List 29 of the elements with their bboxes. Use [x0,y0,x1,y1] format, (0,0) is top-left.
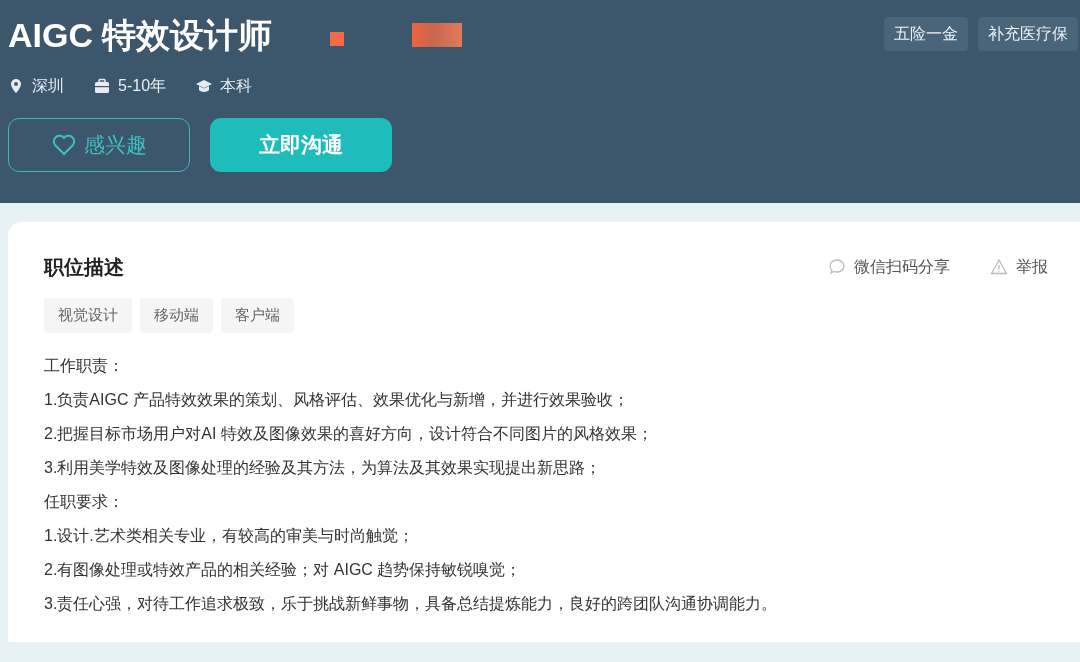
description-line: 1.负责AIGC 产品特效效果的策划、风格评估、效果优化与新增，并进行效果验收； [44,389,630,410]
share-link[interactable]: 微信扫码分享 [828,255,950,279]
benefit-tag: 补充医疗保 [978,17,1078,51]
benefit-tag: 五险一金 [884,17,968,51]
graduation-cap-icon [196,78,213,94]
skill-tag: 移动端 [140,298,213,333]
heart-icon [51,134,76,156]
meta-text: 深圳 [32,76,64,96]
blurred-mark [330,32,345,46]
briefcase-icon [94,78,110,94]
chat-bubble-icon [828,258,846,276]
location-pin-icon [8,78,24,94]
description-line: 任职要求： [44,491,125,512]
warning-icon [990,258,1008,276]
description-line: 1.设计.艺术类相关专业，有较高的审美与时尚触觉； [44,525,415,546]
report-link[interactable]: 举报 [990,255,1048,279]
skill-tag: 客户端 [221,298,294,333]
blurred-mark [412,23,463,47]
description-line: 2.把握目标市场用户对AI 特效及图像效果的喜好方向，设计符合不同图片的风格效果； [44,423,654,444]
interest-button[interactable]: 感兴趣 [8,118,190,172]
skill-tag: 视觉设计 [44,298,132,333]
meta-text: 5-10年 [118,76,167,96]
job-title: AIGC 特效设计师 [8,15,273,56]
description-line: 3.利用美学特效及图像处理的经验及其方法，为算法及其效果实现提出新思路； [44,457,603,478]
meta-text: 本科 [220,76,253,96]
section-heading: 职位描述 [44,255,124,280]
description-line: 工作职责： [44,355,125,376]
description-line: 3.责任心强，对待工作追求极致，乐于挑战新鲜事物，具备总结提炼能力，良好的跨团队沟通协调能力。 [44,593,779,614]
description-line: 2.有图像处理或特效产品的相关经验；对 AIGC 趋势保持敏锐嗅觉； [44,559,523,580]
